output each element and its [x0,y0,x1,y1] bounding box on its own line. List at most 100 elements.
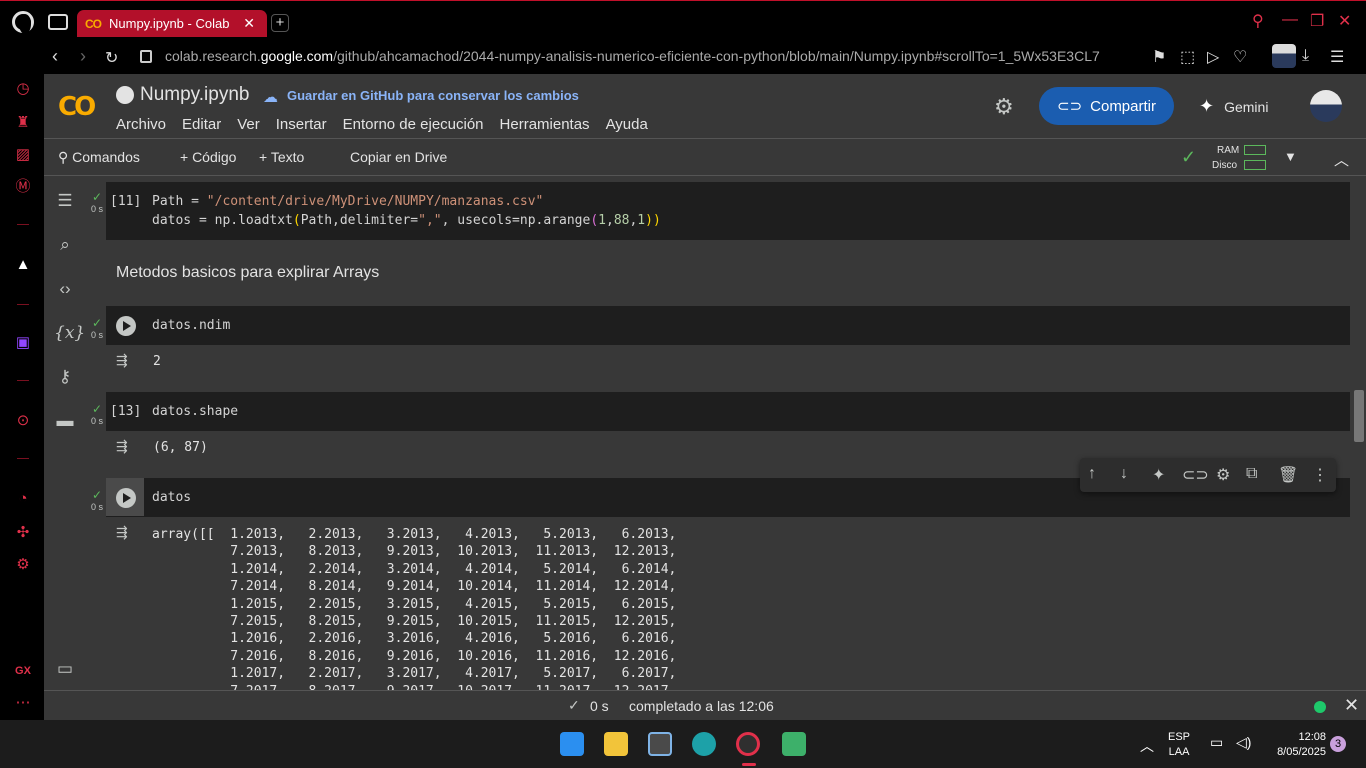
download-icon[interactable]: ⤓ [1302,47,1309,65]
link-cell-icon[interactable]: ⊂⊃ [1182,465,1209,485]
menu-item[interactable]: Herramientas [500,116,590,133]
markdown-text[interactable]: Metodos basicos para explirar Arrays [116,264,379,282]
heart-icon[interactable]: ♡ [1233,47,1247,67]
share-button[interactable]: ⊂⊃ Compartir [1039,87,1174,125]
add-text-button[interactable]: + Texto [259,149,304,165]
cell-settings-icon[interactable]: ⚙ [1216,465,1230,485]
gx-icon[interactable]: GX [14,662,32,680]
gemini-button[interactable]: ✦ Gemini [1199,96,1268,117]
reload-icon[interactable]: ↻ [105,48,118,68]
mirror-cell-icon[interactable]: ⧉ [1246,465,1257,483]
status-bar: ✓ 0 s completado a las 12:06 ✕ [44,690,1366,720]
output-toggle-icon[interactable]: ⇶ [116,352,128,369]
copy-to-drive-button[interactable]: Copiar en Drive [350,149,447,165]
code-cell[interactable]: [13] datos.shape [106,392,1350,431]
url-field[interactable]: colab.research.google.com/github/ahcamac… [165,48,1100,64]
notebook-content: ✓ 0 s [11] Path = "/content/drive/MyDriv… [86,176,1352,720]
run-cell-button[interactable] [116,316,136,336]
delete-cell-icon[interactable]: 🗑 [1278,465,1298,485]
table-of-contents-icon[interactable]: ☰ [54,190,76,212]
player-icon[interactable]: ⊙ [14,412,32,430]
menu-item[interactable]: Editar [182,116,221,133]
opera-gx-taskbar-icon[interactable] [736,732,760,756]
more-icon[interactable]: ⋯ [14,694,32,712]
browser-tab-colab[interactable]: CO Numpy.ipynb - Colab ✕ [77,10,267,37]
gemini-sparkle-icon[interactable]: ✦ [1152,465,1165,485]
m-icon[interactable]: Ⓜ [14,178,32,196]
menu-item[interactable]: Insertar [276,116,327,133]
secrets-key-icon[interactable]: ⚷ [54,366,76,388]
menu-item[interactable]: Entorno de ejecución [343,116,484,133]
close-tab-icon[interactable]: ✕ [243,15,255,32]
terminal-icon[interactable]: ▭ [54,658,76,680]
show-hidden-icons[interactable]: ︿ [1140,736,1154,756]
opera-menu-icon[interactable] [12,11,34,34]
play-icon[interactable]: ▷ [1207,47,1219,67]
volume-icon[interactable]: ◁) [1236,734,1251,751]
variables-icon[interactable]: {x} [54,322,85,344]
menu-item[interactable]: Ayuda [606,116,648,133]
move-down-icon[interactable]: ↓ [1120,465,1128,483]
easy-setup-icon[interactable]: ☰ [1330,47,1344,67]
output-toggle-icon[interactable]: ⇶ [116,524,128,541]
crypto-icon[interactable]: ♜ [14,114,32,132]
code-snippets-icon[interactable]: ‹› [54,278,76,300]
file-explorer-icon[interactable] [604,732,628,756]
back-icon[interactable]: ‹ [52,46,58,67]
move-up-icon[interactable]: ↑ [1088,465,1096,483]
settings-icon[interactable]: ⚙ [14,556,32,574]
history-icon[interactable]: ◔ [14,490,32,508]
settings-gear-icon[interactable]: ⚙ [994,94,1014,120]
close-status-icon[interactable]: ✕ [1344,695,1359,716]
twitch-icon[interactable]: ▣ [14,334,32,352]
resource-indicator[interactable]: RAM Disco [1212,143,1239,173]
clock[interactable]: 12:08 8/05/2025 [1264,730,1326,760]
snapshot-icon[interactable]: ⬚ [1180,47,1195,67]
run-cell-button[interactable] [106,478,144,516]
start-windows-icon[interactable] [560,732,584,756]
profile-avatar[interactable] [1272,44,1296,68]
extensions-icon[interactable]: ✣ [14,524,32,542]
search-tabs-icon[interactable]: ⚲ [1252,11,1264,31]
cell-output: (6, 87) [153,440,208,455]
forward-icon[interactable]: › [80,46,86,67]
user-avatar[interactable] [1310,90,1342,122]
notebook-scroll-thumb[interactable] [1354,390,1364,442]
find-replace-icon[interactable]: ⌕ [54,234,76,256]
commands-button[interactable]: ⚲ Comandos [58,149,140,166]
menu-item[interactable]: Ver [237,116,260,133]
app-icon[interactable] [782,732,806,756]
add-code-button[interactable]: + Código [180,149,236,165]
store-icon[interactable] [648,732,672,756]
pin-icon[interactable]: ⚑ [1152,47,1166,67]
network-icon[interactable]: ▭ [1210,734,1223,751]
save-github-link[interactable]: Guardar en GitHub para conservar los cam… [287,88,579,103]
speed-dial-icon[interactable]: ◷ [14,80,32,98]
cell-status: ✓ 0 s [88,488,106,512]
colab-logo[interactable]: CO [58,92,96,122]
output-toggle-icon[interactable]: ⇶ [116,438,128,455]
notifications-badge[interactable]: 3 [1330,736,1346,752]
notebook-title[interactable]: Numpy.ipynb [140,84,249,106]
link-icon: ⊂⊃ [1057,98,1083,115]
completion-text[interactable]: completado a las 12:06 [629,698,774,714]
more-options-icon[interactable]: ⋮ [1312,465,1328,485]
aria-icon[interactable]: ▲ [14,256,32,274]
menu-item[interactable]: Archivo [116,116,166,133]
collapse-header-icon[interactable]: ︿ [1334,149,1349,170]
tab-manager-icon[interactable] [48,14,68,30]
code-cell[interactable]: datos.ndim [106,306,1350,345]
gemini-star-icon: ✦ [1199,96,1215,116]
notebook-scrollbar[interactable] [1352,176,1366,720]
new-tab-button[interactable]: + [271,14,289,32]
restore-icon[interactable]: ❐ [1310,11,1324,31]
output-line: 1.2017, 2.2017, 3.2017, 4.2017, 5.2017, … [152,666,677,682]
news-icon[interactable]: ▨ [14,146,32,164]
runtime-dropdown-icon[interactable]: ▼ [1284,149,1297,164]
edge-icon[interactable] [692,732,716,756]
close-window-icon[interactable]: ✕ [1338,11,1351,31]
files-folder-icon[interactable]: ▬ [54,410,76,432]
code-cell[interactable]: [11] Path = "/content/drive/MyDrive/NUMP… [106,182,1350,240]
language-indicator[interactable]: ESP LAA [1168,730,1190,760]
minimize-icon[interactable]: — [1282,11,1298,29]
